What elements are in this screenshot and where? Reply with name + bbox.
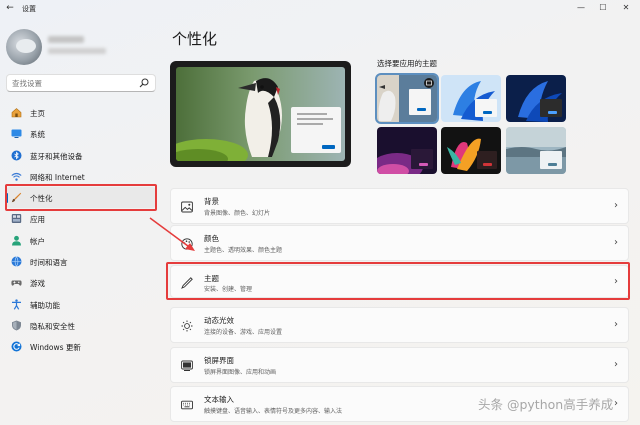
chevron-right-icon: ›	[614, 359, 618, 370]
theme-thumbnail-flow[interactable]	[506, 127, 566, 174]
sidebar-nav: 主页 系统 蓝牙和其他设备 网络和 Internet 个性化 应用 帐户 时间和…	[6, 102, 156, 358]
theme-thumbnail-windows-dark[interactable]	[506, 75, 566, 122]
card-subtitle: 连接的设备、游戏、应用设置	[204, 329, 283, 336]
close-button[interactable]: ✕	[619, 2, 633, 14]
sidebar-item-label: 蓝牙和其他设备	[30, 151, 83, 161]
chevron-right-icon: ›	[614, 319, 618, 330]
title-bar: ← 设置 — ☐ ✕	[0, 0, 640, 16]
themes-label: 选择要应用的主题	[377, 59, 437, 68]
sidebar-item-label: Windows 更新	[30, 343, 81, 353]
minimize-button[interactable]: —	[574, 2, 588, 14]
blurred-user-email	[48, 48, 106, 54]
person-icon	[12, 235, 21, 246]
sidebar-item-windows-update[interactable]: Windows 更新	[6, 336, 156, 357]
sidebar-item-label: 游戏	[30, 279, 45, 289]
page-title: 个性化	[172, 30, 218, 48]
sidebar-highlight-box	[5, 184, 157, 211]
blurred-user-name	[48, 36, 84, 43]
bluetooth-icon	[11, 150, 22, 161]
card-subtitle: 锁屏界面图像、应用和动画	[204, 369, 277, 376]
image-icon	[181, 201, 193, 213]
sidebar-item-home[interactable]: 主页	[6, 102, 156, 123]
search-icon	[139, 78, 149, 88]
avatar	[6, 29, 42, 65]
theme-thumbnail-current[interactable]	[375, 73, 439, 124]
sidebar-item-label: 系统	[30, 130, 45, 140]
card-dynamic-lighting[interactable]: 动态光效 连接的设备、游戏、应用设置 ›	[170, 307, 629, 343]
shield-icon	[12, 320, 21, 331]
update-icon	[11, 341, 22, 352]
app-title: 设置	[22, 5, 36, 13]
wifi-icon	[11, 172, 22, 181]
maximize-button[interactable]: ☐	[596, 2, 610, 14]
back-button[interactable]: ←	[4, 3, 16, 14]
sun-icon	[181, 320, 193, 332]
keyboard-icon	[181, 400, 193, 410]
chevron-right-icon: ›	[614, 398, 618, 409]
theme-preview	[170, 61, 351, 167]
sidebar-item-accounts[interactable]: 帐户	[6, 230, 156, 251]
card-title: 颜色	[204, 234, 219, 243]
settings-window: ← 设置 — ☐ ✕ 主页 系统 蓝牙和其他设备	[0, 0, 640, 425]
lock-screen-icon	[181, 360, 193, 371]
card-title: 背景	[204, 197, 219, 206]
sidebar-item-label: 网络和 Internet	[30, 172, 85, 182]
sidebar-item-apps[interactable]: 应用	[6, 208, 156, 229]
sidebar-item-label: 帐户	[30, 236, 45, 246]
theme-thumbnail-glow[interactable]	[377, 127, 437, 174]
home-icon	[11, 108, 22, 118]
card-title: 动态光效	[204, 316, 234, 325]
sidebar-item-gaming[interactable]: 游戏	[6, 272, 156, 293]
display-icon	[11, 129, 22, 139]
sidebar-item-label: 应用	[30, 215, 45, 225]
globe-clock-icon	[11, 256, 22, 267]
theme-thumbnail-captured-motion[interactable]	[441, 127, 501, 174]
card-title: 锁屏界面	[204, 356, 234, 365]
watermark: 头条 @python高手养成	[478, 397, 614, 412]
gamepad-icon	[11, 280, 22, 287]
accessibility-icon	[12, 299, 21, 310]
card-background[interactable]: 背景 背景图像、颜色、幻灯片 ›	[170, 188, 629, 224]
sidebar-item-label: 主页	[30, 109, 45, 118]
sidebar-item-privacy[interactable]: 隐私和安全性	[6, 315, 156, 336]
preview-wallpaper	[176, 67, 345, 161]
search-input[interactable]	[12, 77, 132, 89]
card-title: 文本输入	[204, 395, 234, 404]
themes-card-highlight-box	[166, 262, 630, 300]
card-subtitle: 主题色、透明效果、颜色主题	[204, 247, 283, 254]
card-lock-screen[interactable]: 锁屏界面 锁屏界面图像、应用和动画 ›	[170, 347, 629, 383]
apps-icon	[11, 214, 22, 224]
chevron-right-icon: ›	[614, 237, 618, 248]
sidebar-item-time-language[interactable]: 时间和语言	[6, 251, 156, 272]
theme-thumbnail-windows-light[interactable]	[441, 75, 501, 122]
sidebar-item-label: 辅助功能	[30, 300, 60, 310]
sidebar-item-label: 隐私和安全性	[30, 321, 75, 331]
palette-icon	[181, 238, 193, 250]
card-subtitle: 背景图像、颜色、幻灯片	[204, 210, 271, 217]
card-subtitle: 触摸键盘、语音输入、表情符号及更多内容、输入法	[204, 408, 343, 415]
user-profile[interactable]	[6, 29, 156, 65]
search-box[interactable]	[6, 74, 156, 92]
chevron-right-icon: ›	[614, 200, 618, 211]
sidebar-item-system[interactable]: 系统	[6, 123, 156, 144]
sidebar-item-accessibility[interactable]: 辅助功能	[6, 294, 156, 315]
sidebar-item-bluetooth[interactable]: 蓝牙和其他设备	[6, 145, 156, 166]
card-colors[interactable]: 颜色 主题色、透明效果、颜色主题 ›	[170, 225, 629, 261]
sidebar-item-label: 时间和语言	[30, 258, 68, 268]
